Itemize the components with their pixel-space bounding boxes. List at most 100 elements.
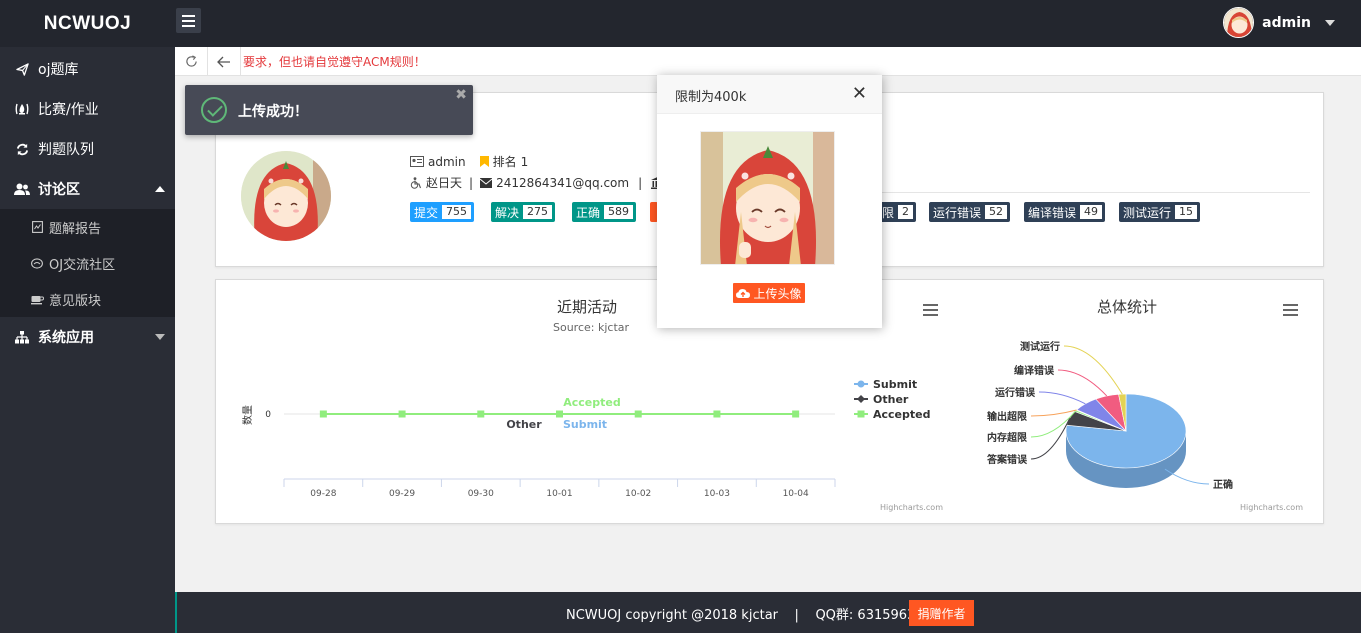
- x-tick-label: 10-04: [783, 489, 809, 499]
- envelope-icon: [480, 177, 493, 188]
- badge-runtime-error: 运行错误 52: [929, 202, 1011, 222]
- coffee-icon: [30, 294, 44, 305]
- id-card-icon: [410, 156, 424, 167]
- sidebar-item-problems[interactable]: oj题库: [0, 49, 175, 89]
- community-icon: [30, 257, 44, 269]
- pie-label: 答案错误: [986, 453, 1028, 466]
- legend-item-other[interactable]: Other: [873, 393, 909, 406]
- sidebar-item-label: 判题队列: [38, 142, 94, 158]
- data-point[interactable]: [634, 410, 642, 418]
- profile-avatar: [241, 151, 331, 241]
- brand-logo[interactable]: NCWUOJ: [0, 0, 175, 47]
- cloud-upload-icon: [736, 288, 751, 298]
- pie-connector: [1030, 409, 1077, 417]
- badge-test-run: 测试运行 15: [1119, 202, 1201, 222]
- sidebar-subitem-label: 题解报告: [49, 221, 102, 237]
- legend-item-submit[interactable]: Submit: [873, 378, 917, 391]
- profile-motto: 赵日天: [426, 176, 463, 190]
- divider: [856, 192, 1310, 193]
- x-tick-label: 10-03: [704, 489, 730, 499]
- pie-connector: [1057, 369, 1108, 397]
- sidebar-item-discussion[interactable]: 讨论区: [0, 169, 175, 209]
- chevron-down-icon[interactable]: [1325, 19, 1335, 26]
- avatar-upload-modal: 限制为400k ✕ 上传头像: [657, 75, 882, 328]
- user-menu[interactable]: admin: [1223, 7, 1335, 38]
- badge-solved: 解决 275: [491, 202, 556, 222]
- bookmark-icon: [479, 156, 489, 167]
- chart-credits[interactable]: Highcharts.com: [880, 503, 943, 512]
- user-name[interactable]: admin: [1262, 15, 1311, 31]
- pie-label: 运行错误: [995, 386, 1036, 399]
- badge-limit: 限2: [878, 202, 917, 222]
- x-tick-label: 09-29: [389, 489, 415, 499]
- pie-connector: [1038, 391, 1086, 405]
- chart-credits[interactable]: Highcharts.com: [1240, 503, 1303, 512]
- badge-accepted: 正确 589: [572, 202, 637, 222]
- sidebar-subitem-community[interactable]: OJ交流社区: [0, 245, 175, 281]
- x-tick-label: 09-28: [310, 489, 336, 499]
- modal-title: 限制为400k: [675, 90, 747, 105]
- profile-email: 2412864341@qq.com: [496, 175, 630, 190]
- pie-label: 正确: [1213, 478, 1233, 491]
- sidebar-item-label: 系统应用: [38, 330, 94, 346]
- pie-label: 内存超限: [987, 431, 1028, 444]
- footer-copyright: NCWUOJ copyright @2018 kjctar | QQ群: 631…: [566, 608, 932, 623]
- sidebar-item-judge-queue[interactable]: 判题队列: [0, 129, 175, 169]
- sidebar-item-label: oj题库: [38, 62, 79, 78]
- pie-connector: [1030, 417, 1071, 460]
- toast-message: 上传成功！: [238, 104, 308, 120]
- sidebar-item-system-apps[interactable]: 系统应用: [0, 317, 175, 357]
- close-icon[interactable]: ✖: [455, 87, 467, 103]
- data-point[interactable]: [398, 410, 406, 418]
- sidebar-item-label: 讨论区: [38, 182, 80, 198]
- overall-pie-chart: 正确 答案错误 内存超限 输出超限 运行错误 编译错误 测试运行: [986, 340, 1233, 491]
- sidebar-item-label: 比赛/作业: [38, 102, 99, 118]
- donate-button[interactable]: 捐赠作者: [909, 600, 974, 626]
- top-bar: NCWUOJ admin: [0, 0, 1361, 47]
- data-point[interactable]: [556, 410, 563, 418]
- avatar[interactable]: [1223, 7, 1255, 38]
- y-tick-label: 0: [265, 410, 271, 420]
- refresh-icon: [13, 143, 31, 156]
- menu-toggle-icon[interactable]: [176, 8, 201, 33]
- data-point[interactable]: [319, 410, 327, 418]
- data-label-other: Other: [506, 418, 542, 431]
- profile-line-1: admin 排名 1: [410, 153, 528, 170]
- data-label-submit: Submit: [563, 418, 607, 431]
- tab-bar: 要求，但也请自觉遵守ACM规则！: [175, 47, 1361, 76]
- pie-connector: [1063, 345, 1123, 395]
- refresh-page-icon[interactable]: [175, 47, 208, 76]
- success-toast: 上传成功！ ✖: [185, 85, 473, 135]
- sidebar-subitem-solutions[interactable]: 题解报告: [0, 209, 175, 245]
- profile-line-2: 赵日天 | 2412864341@qq.com | 华: [410, 174, 680, 191]
- report-icon: [30, 221, 44, 233]
- profile-username: admin: [428, 154, 466, 169]
- y-axis-label: 数量: [241, 405, 254, 425]
- back-arrow-icon[interactable]: [208, 47, 241, 76]
- modal-header: 限制为400k ✕: [657, 75, 882, 114]
- pie-label: 测试运行: [1020, 340, 1060, 353]
- data-point[interactable]: [477, 410, 485, 418]
- footer: NCWUOJ copyright @2018 kjctar | QQ群: 631…: [175, 592, 1361, 633]
- check-circle-icon: [201, 97, 227, 123]
- data-label-accepted: Accepted: [563, 396, 620, 409]
- paper-plane-icon: [13, 62, 31, 76]
- data-point[interactable]: [792, 410, 800, 418]
- close-icon[interactable]: ✕: [852, 83, 867, 104]
- rank-value: 1: [520, 154, 529, 169]
- data-point[interactable]: [713, 410, 721, 418]
- fire-icon: [13, 102, 31, 116]
- avatar-preview: [700, 131, 835, 265]
- legend-marker: [857, 395, 865, 403]
- x-tick-label: 10-01: [546, 489, 572, 499]
- wheelchair-icon: [410, 176, 422, 189]
- sidebar-item-contests[interactable]: 比赛/作业: [0, 89, 175, 129]
- pie-label: 编译错误: [1014, 364, 1055, 377]
- legend-item-accepted[interactable]: Accepted: [873, 408, 930, 421]
- rank-label: 排名: [492, 155, 517, 169]
- upload-avatar-button[interactable]: 上传头像: [733, 283, 805, 303]
- sidebar: oj题库 比赛/作业 判题队列 讨论区 题解报告 OJ交流社区 意见版块 系统应…: [0, 47, 175, 633]
- sidebar-subitem-feedback[interactable]: 意见版块: [0, 281, 175, 317]
- sidebar-subitem-label: OJ交流社区: [49, 257, 116, 273]
- chevron-down-icon: [155, 334, 165, 340]
